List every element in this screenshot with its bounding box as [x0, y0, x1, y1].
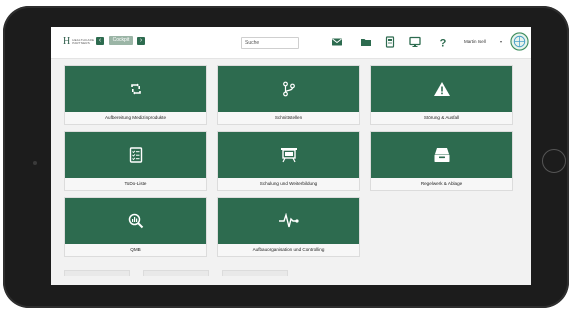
- card-label: ToDo-Liste: [124, 181, 147, 186]
- card-icon-area: [218, 66, 359, 112]
- logo[interactable]: H HEALTHCARE PARTNERS: [63, 36, 98, 47]
- warning-icon: [433, 82, 450, 96]
- cockpit-button[interactable]: Cockpit: [109, 36, 133, 45]
- chevron-down-icon[interactable]: ▾: [500, 39, 502, 44]
- logo-mark: H: [63, 36, 71, 47]
- analytics-search-icon: [128, 213, 143, 229]
- archive-box-icon: [434, 148, 449, 162]
- presentation-board-icon: [280, 148, 297, 163]
- top-bar: H HEALTHCARE PARTNERS ‹ Cockpit › Suche …: [51, 27, 531, 59]
- card-label: QMB: [130, 247, 141, 252]
- card-stub: [143, 270, 209, 276]
- monitor-icon[interactable]: [409, 36, 421, 48]
- card-label: Aufbereitung Medizinprodukte: [104, 115, 167, 120]
- help-icon[interactable]: ?: [437, 36, 449, 49]
- card-stub: [222, 270, 288, 276]
- card-stub: [64, 270, 130, 276]
- nav-back-button[interactable]: ‹: [96, 37, 104, 45]
- card-label: Aufbauorganisation und Controlling: [252, 247, 325, 252]
- card-icon-area: [65, 66, 206, 112]
- card-stoerung-ausfall[interactable]: Störung & Ausfall: [370, 65, 513, 125]
- card-regelwerk-ablage[interactable]: Regelwerk & Ablage: [370, 131, 513, 191]
- card-icon-area: [371, 66, 512, 112]
- card-aufbereitung-medizinprodukte[interactable]: Aufbereitung Medizinprodukte: [64, 65, 207, 125]
- card-label: Regelwerk & Ablage: [420, 181, 463, 186]
- card-icon-area: [218, 198, 359, 244]
- home-button[interactable]: [542, 149, 566, 173]
- document-icon[interactable]: [384, 36, 396, 48]
- logo-text-line-2: PARTNERS: [72, 41, 90, 45]
- app-screen: H HEALTHCARE PARTNERS ‹ Cockpit › Suche …: [51, 27, 531, 285]
- card-label: Schulung und Weiterbildung: [259, 181, 318, 186]
- card-icon-area: [218, 132, 359, 178]
- mail-icon[interactable]: [331, 36, 343, 48]
- search-input[interactable]: [241, 37, 299, 49]
- card-qmb[interactable]: QMB: [64, 197, 207, 257]
- card-label: Störung & Ausfall: [423, 115, 460, 120]
- logo-text: HEALTHCARE PARTNERS: [72, 38, 98, 46]
- card-schnittstellen[interactable]: Schnittstellen: [217, 65, 360, 125]
- card-icon-area: [371, 132, 512, 178]
- user-name[interactable]: Martin Isell: [464, 39, 486, 44]
- card-aufbauorganisation-controlling[interactable]: Aufbauorganisation und Controlling: [217, 197, 360, 257]
- svg-text:?: ?: [440, 38, 447, 49]
- camera: [33, 161, 37, 165]
- card-icon-area: [65, 132, 206, 178]
- avatar[interactable]: [510, 32, 529, 51]
- branch-icon: [282, 81, 295, 97]
- checklist-icon: [129, 147, 142, 163]
- card-todo-liste[interactable]: ToDo-Liste: [64, 131, 207, 191]
- card-schulung-weiterbildung[interactable]: Schulung und Weiterbildung: [217, 131, 360, 191]
- refresh-arrows-icon: [130, 83, 141, 95]
- nav-forward-button[interactable]: ›: [137, 37, 145, 45]
- card-label: Schnittstellen: [274, 115, 303, 120]
- heartbeat-icon: [278, 213, 299, 228]
- card-icon-area: [65, 198, 206, 244]
- folder-icon[interactable]: [360, 36, 372, 48]
